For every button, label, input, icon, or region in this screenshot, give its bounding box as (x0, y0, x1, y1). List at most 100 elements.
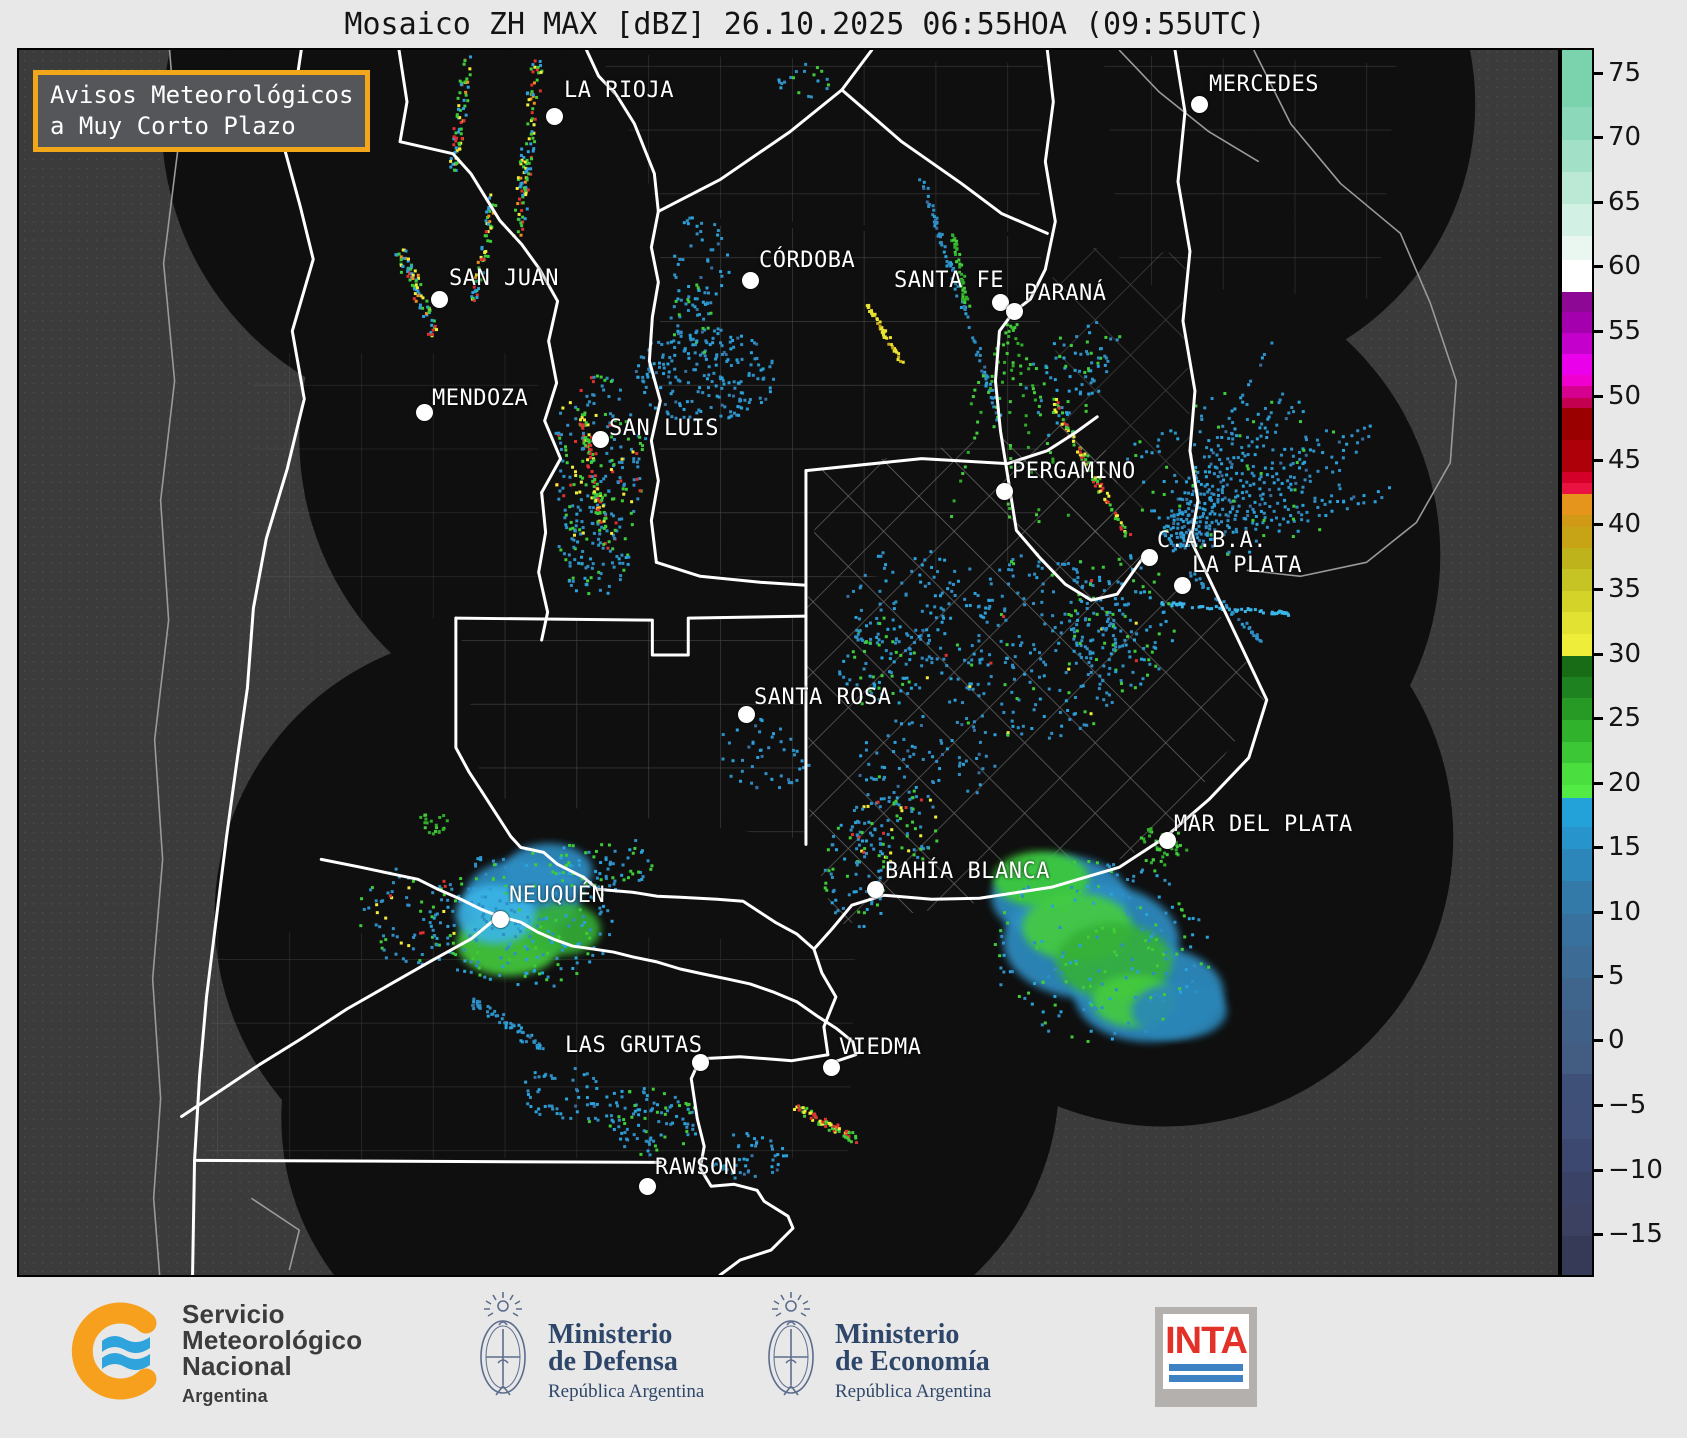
defensa-line-1: Ministerio (548, 1319, 673, 1350)
city-label-c-a-b-a: C.A.B.A. (1157, 528, 1267, 553)
economia-sub: República Argentina (835, 1381, 992, 1402)
economia-line-2: de Economía (835, 1346, 990, 1377)
economia-line-1: Ministerio (835, 1319, 960, 1350)
colorbar-tick-label: 45 (1608, 445, 1642, 475)
city-label-viedma: VIEDMA (839, 1035, 922, 1060)
inta-bar-1 (1169, 1363, 1243, 1371)
colorbar-segment (1562, 107, 1592, 140)
colorbar-segment (1562, 515, 1592, 527)
colorbar-tick-mark (1594, 1169, 1603, 1172)
colorbar-segment (1562, 483, 1592, 494)
colorbar-tick-mark (1594, 588, 1603, 591)
colorbar-segment (1562, 548, 1592, 569)
colorbar-tick-label: 65 (1608, 187, 1642, 217)
colorbar-tick-mark (1594, 265, 1603, 268)
city-label-mendoza: MENDOZA (432, 386, 529, 411)
colorbar-tick-label: 70 (1608, 122, 1642, 152)
city-dot-mendoza (415, 403, 433, 421)
city-label-paran: PARANÁ (1024, 281, 1107, 306)
colorbar-tick-label: −15 (1608, 1219, 1663, 1249)
colorbar-segment (1562, 494, 1592, 515)
defensa-line-2: de Defensa (548, 1346, 678, 1377)
colorbar-segment (1562, 634, 1592, 656)
city-dot-viedma (822, 1058, 840, 1076)
city-dot-la-plata (1173, 576, 1191, 594)
colorbar-segment (1562, 569, 1592, 591)
colorbar-tick-label: 20 (1608, 768, 1642, 798)
colorbar-segment (1562, 742, 1592, 763)
colorbar-segment (1562, 204, 1592, 236)
colorbar-segment (1562, 472, 1592, 483)
city-label-san-juan: SAN JUAN (449, 266, 559, 291)
colorbar-tick-mark (1594, 717, 1603, 720)
city-label-c-rdoba: CÓRDOBA (759, 248, 856, 273)
colorbar (1560, 48, 1594, 1277)
colorbar-segment (1562, 236, 1592, 260)
city-dot-rawson (638, 1177, 656, 1195)
ministry-economia: Ministerio de Economía República Argenti… (835, 1321, 991, 1403)
ministry-defensa: Ministerio de Defensa República Argentin… (548, 1321, 704, 1403)
colorbar-segment (1562, 946, 1592, 978)
warning-box: Avisos Meteorológicos a Muy Corto Plazo (33, 70, 371, 152)
defensa-crest-icon (480, 1292, 526, 1396)
colorbar-tick-label: −10 (1608, 1155, 1663, 1185)
smn-line-3: Nacional (182, 1351, 292, 1381)
colorbar-segment (1562, 1010, 1592, 1043)
city-label-santa-rosa: SANTA ROSA (754, 685, 892, 710)
city-dot-mar-del-plata (1158, 831, 1176, 849)
smn-line-2: Meteorológico (182, 1325, 363, 1355)
colorbar-segment (1562, 312, 1592, 333)
colorbar-segment (1562, 677, 1592, 698)
colorbar-tick-mark (1594, 975, 1603, 978)
colorbar-segment (1562, 440, 1592, 472)
city-dot-neuqu-n (491, 910, 509, 928)
colorbar-segment (1562, 260, 1592, 292)
colorbar-segment (1562, 849, 1592, 881)
smn-country: Argentina (182, 1386, 268, 1406)
inta-label: INTA (1165, 1319, 1248, 1362)
colorbar-tick-mark (1594, 201, 1603, 204)
colorbar-segment (1562, 527, 1592, 548)
colorbar-segment (1562, 50, 1592, 75)
city-label-la-plata: LA PLATA (1192, 553, 1302, 578)
colorbar-tick-mark (1594, 136, 1603, 139)
colorbar-tick-mark (1594, 782, 1603, 785)
colorbar-tick-mark (1594, 846, 1603, 849)
colorbar-segment (1562, 914, 1592, 946)
city-dot-mercedes (1190, 95, 1208, 113)
colorbar-segment (1562, 591, 1592, 612)
city-dot-c-a-b-a (1140, 548, 1158, 566)
smn-line-1: Servicio (182, 1299, 285, 1329)
colorbar-segment (1562, 763, 1592, 785)
radar-map-canvas (19, 50, 1558, 1275)
radar-product-page: Mosaico ZH MAX [dBZ] 26.10.2025 06:55HOA… (0, 0, 1687, 1438)
warning-line-2: a Muy Corto Plazo (50, 112, 296, 140)
colorbar-tick-label: 10 (1608, 897, 1642, 927)
city-label-neuqu-n: NEUQUÉN (509, 883, 606, 908)
colorbar-segment (1562, 978, 1592, 1010)
colorbar-segment (1562, 386, 1592, 398)
colorbar-tick-mark (1594, 330, 1603, 333)
city-dot-paran (1005, 302, 1023, 320)
colorbar-tick-mark (1594, 523, 1603, 526)
colorbar-segment (1562, 612, 1592, 634)
colorbar-tick-mark (1594, 1104, 1603, 1107)
city-label-bah-a-blanca: BAHÍA BLANCA (885, 859, 1050, 884)
colorbar-segment (1562, 827, 1592, 849)
colorbar-tick-label: 5 (1608, 961, 1625, 991)
colorbar-segment (1562, 698, 1592, 720)
colorbar-segment (1562, 75, 1592, 107)
city-label-san-luis: SAN LUIS (609, 416, 719, 441)
colorbar-segment (1562, 398, 1592, 408)
colorbar-tick-label: 55 (1608, 316, 1642, 346)
colorbar-segment (1562, 881, 1592, 914)
colorbar-segment (1562, 1139, 1592, 1172)
colorbar-tick-label: 50 (1608, 381, 1642, 411)
colorbar-tick-label: −5 (1608, 1090, 1647, 1120)
city-label-mercedes: MERCEDES (1209, 72, 1319, 97)
footer: Servicio Meteorológico Nacional Argentin… (0, 1277, 1687, 1438)
colorbar-segment (1562, 375, 1592, 386)
city-label-rawson: RAWSON (655, 1155, 738, 1180)
inta-bar-2 (1169, 1374, 1243, 1382)
colorbar-tick-mark (1594, 1039, 1603, 1042)
